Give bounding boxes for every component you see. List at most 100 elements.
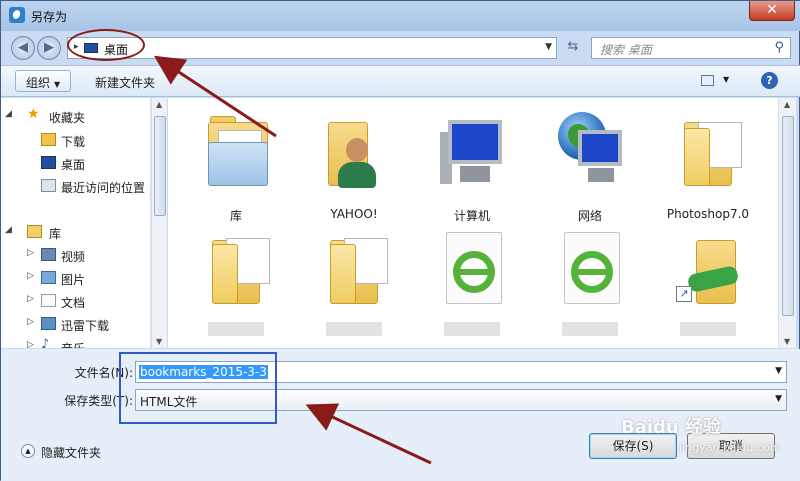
monitor-stand-shape <box>460 166 490 182</box>
file-item-user[interactable]: YAHOO! <box>306 102 402 221</box>
window-title: 另存为 <box>31 10 68 24</box>
blurred-file-name <box>326 322 382 336</box>
folder-front-shape <box>684 128 710 186</box>
chevron-up-icon[interactable]: ▲ <box>21 444 35 458</box>
nav-item-label: 视频 <box>61 250 86 264</box>
nav-item-label: 图片 <box>61 273 86 287</box>
refresh-icon[interactable]: ⇆ <box>561 37 585 59</box>
nav-item-music[interactable]: ▷ ♪ 音乐 <box>1 337 150 348</box>
navigation-scrollbar[interactable]: ▲ ▼ <box>151 98 167 348</box>
file-item-folder[interactable] <box>188 220 284 336</box>
thunder-download-icon <box>41 317 56 330</box>
file-item-html[interactable] <box>542 220 638 336</box>
expand-arrow-icon[interactable]: ▷ <box>27 248 34 258</box>
nav-item-recent-places[interactable]: 最近访问的位置 <box>1 176 150 196</box>
nav-item-label: 桌面 <box>61 158 86 172</box>
shortcut-folder-icon: ↗ <box>676 226 742 306</box>
search-icon[interactable]: ⚲ <box>774 40 784 55</box>
download-folder-icon <box>41 133 56 146</box>
computer-icon <box>440 108 506 188</box>
star-icon: ★ <box>27 106 40 122</box>
pictures-library-icon <box>41 271 56 284</box>
scrollbar-thumb[interactable] <box>154 116 166 216</box>
monitor-stand-shape <box>588 168 614 182</box>
expand-arrow-icon[interactable]: ▷ <box>27 294 34 304</box>
folder-front-shape <box>208 142 268 186</box>
library-icon <box>27 225 42 238</box>
organize-label: 组织 <box>26 76 51 90</box>
file-item-html[interactable] <box>424 220 520 336</box>
close-button[interactable]: ✕ <box>749 1 795 21</box>
scroll-up-icon[interactable]: ▲ <box>156 100 162 109</box>
file-list: 库 YAHOO! 计算机 网络 Photoshop7.0 ↗ <box>168 98 778 348</box>
hide-folders-label: 隐藏文件夹 <box>41 446 102 460</box>
chevron-down-icon[interactable]: ▼ <box>775 366 782 376</box>
nav-item-downloads[interactable]: 下载 <box>1 130 150 150</box>
folder-icon <box>676 108 742 188</box>
navigation-pane: ◢ ★ 收藏夹 下载 桌面 最近访问的位置 ◢ 库 ▷ 视频 ▷ 图片 ▷ 文档… <box>1 98 151 348</box>
expand-arrow-icon[interactable]: ▷ <box>27 340 34 348</box>
nav-item-label: 库 <box>49 227 62 241</box>
chevron-down-icon[interactable]: ▼ <box>775 394 782 404</box>
folder-front-shape <box>330 244 356 304</box>
file-name: YAHOO! <box>330 207 378 221</box>
ie-logo-bar <box>578 269 608 275</box>
baidu-watermark: Baidu 经验 <box>621 417 722 438</box>
nav-item-label: 文档 <box>61 296 86 310</box>
monitor-shape <box>578 130 622 166</box>
ie-document-icon <box>558 226 624 306</box>
ie-app-icon <box>9 7 25 23</box>
collapse-arrow-icon[interactable]: ◢ <box>5 225 12 235</box>
ie-document-icon <box>440 226 506 306</box>
documents-library-icon <box>41 294 56 307</box>
nav-item-videos[interactable]: ▷ 视频 <box>1 245 150 265</box>
music-library-icon: ♪ <box>41 337 50 348</box>
expand-arrow-icon[interactable]: ▷ <box>27 317 34 327</box>
view-icon <box>701 75 714 86</box>
document-shape <box>446 232 502 304</box>
folder-icon <box>322 226 388 306</box>
new-folder-button[interactable]: 新建文件夹 <box>95 74 155 91</box>
chevron-down-icon: ▼ <box>54 80 61 89</box>
save-as-dialog: 另存为 ✕ ◀ ▶ ▸ 桌面 ▼ ⇆ 搜索 桌面 ⚲ 组织 ▼ 新建文件夹 ▼ ?… <box>0 0 800 481</box>
nav-item-libraries[interactable]: ◢ 库 <box>1 222 150 242</box>
scrollbar-thumb[interactable] <box>782 116 794 316</box>
file-item-network[interactable]: 网络 <box>542 102 638 223</box>
person-body-shape <box>338 162 376 188</box>
baidu-watermark-url: jingyan.baidu.com <box>679 441 781 454</box>
change-view-button[interactable]: ▼ <box>701 72 733 90</box>
annotation-ellipse <box>67 29 145 61</box>
blurred-file-name <box>680 322 736 336</box>
nav-item-label: 迅雷下载 <box>61 319 110 333</box>
network-icon <box>558 108 624 188</box>
file-item-folder[interactable] <box>306 220 402 336</box>
collapse-arrow-icon[interactable]: ◢ <box>5 109 12 119</box>
nav-item-desktop[interactable]: 桌面 <box>1 153 150 173</box>
nav-item-thunder-downloads[interactable]: ▷ 迅雷下载 <box>1 314 150 334</box>
file-list-scrollbar[interactable]: ▲ ▼ <box>778 98 796 348</box>
user-folder-icon <box>322 108 388 188</box>
nav-item-favorites[interactable]: ◢ ★ 收藏夹 <box>1 106 150 126</box>
person-head-shape <box>346 138 368 162</box>
file-item-photoshop[interactable]: Photoshop7.0 <box>660 102 756 221</box>
help-icon[interactable]: ? <box>761 72 778 89</box>
file-item-libraries[interactable]: 库 <box>188 102 284 223</box>
nav-item-label: 音乐 <box>61 340 85 348</box>
chevron-down-icon[interactable]: ▼ <box>545 42 552 52</box>
scroll-down-icon[interactable]: ▼ <box>156 337 162 346</box>
search-input[interactable]: 搜索 桌面 ⚲ <box>591 37 791 59</box>
nav-item-documents[interactable]: ▷ 文档 <box>1 291 150 311</box>
nav-item-pictures[interactable]: ▷ 图片 <box>1 268 150 288</box>
shortcut-arrow-icon: ↗ <box>676 286 692 302</box>
expand-arrow-icon[interactable]: ▷ <box>27 271 34 281</box>
file-item-computer[interactable]: 计算机 <box>424 102 520 223</box>
chevron-down-icon[interactable]: ▼ <box>723 75 729 84</box>
organize-button[interactable]: 组织 ▼ <box>15 70 72 92</box>
scroll-down-icon[interactable]: ▼ <box>784 337 790 346</box>
back-button[interactable]: ◀ <box>11 36 35 60</box>
file-item-shortcut[interactable]: ↗ <box>660 220 756 336</box>
forward-button[interactable]: ▶ <box>37 36 61 60</box>
scroll-up-icon[interactable]: ▲ <box>784 100 790 109</box>
nav-item-label: 最近访问的位置 <box>61 181 146 195</box>
file-name: Photoshop7.0 <box>666 207 750 221</box>
